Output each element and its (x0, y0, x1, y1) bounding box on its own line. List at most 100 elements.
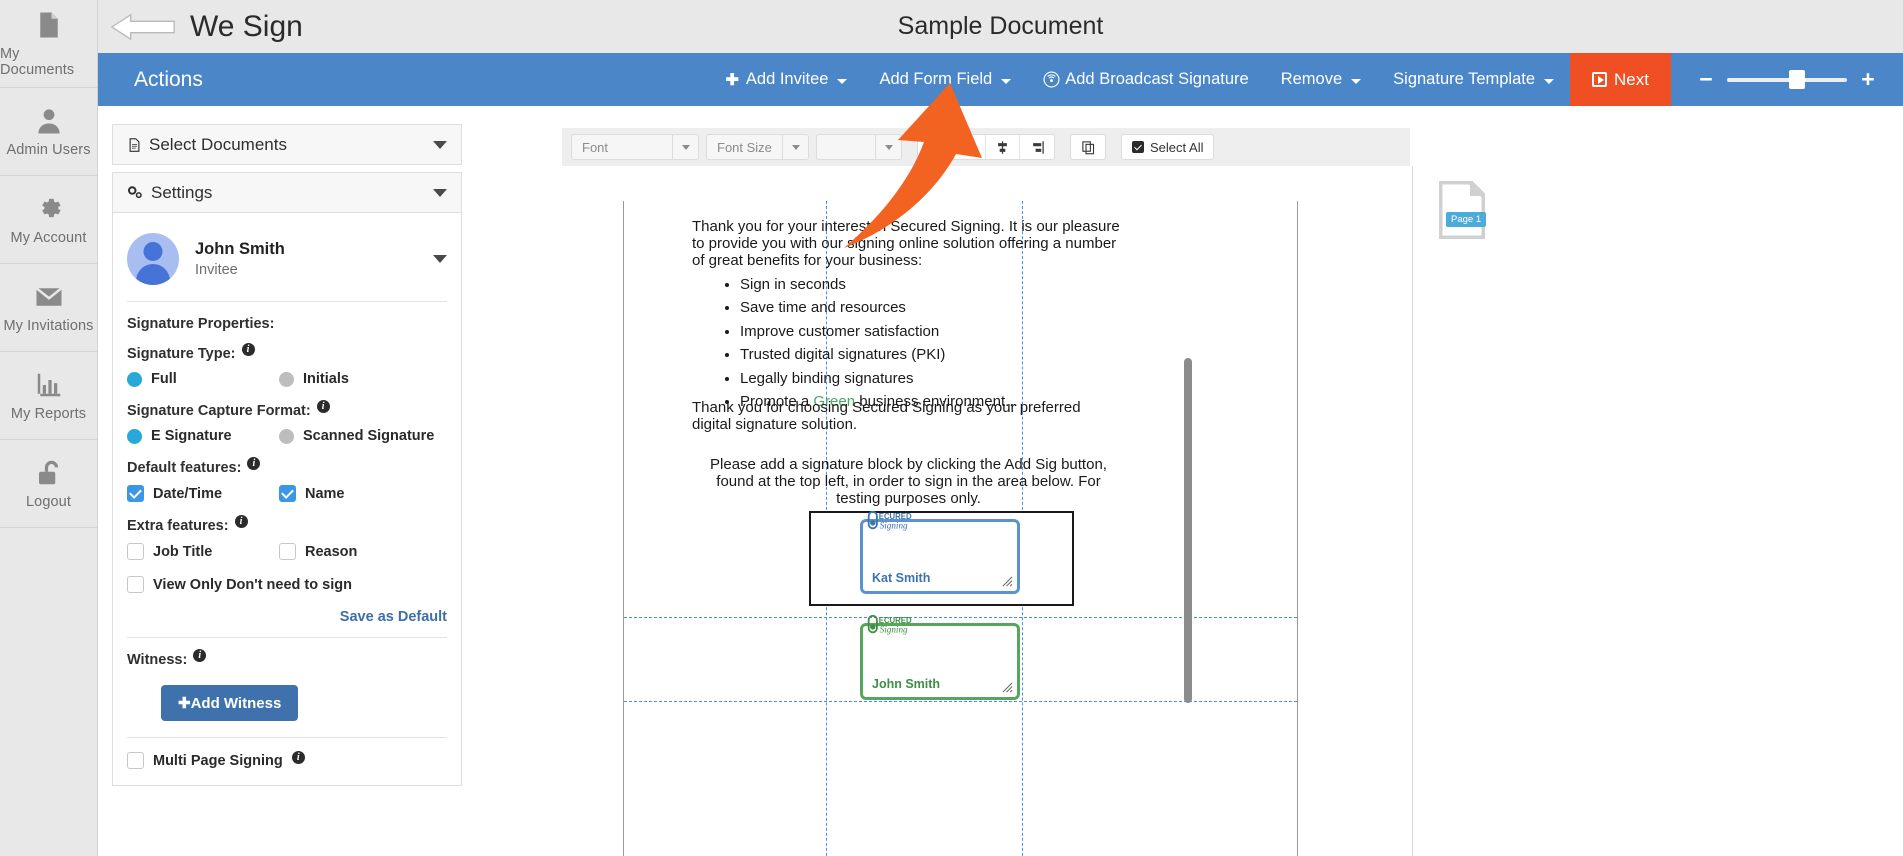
checkbox-date-time[interactable]: Date/Time (127, 485, 279, 502)
add-form-field-button[interactable]: Add Form Field (863, 53, 1027, 106)
default-features-label: Default features: (127, 460, 242, 476)
multi-page-signing-row[interactable]: Multi Page Signing i (127, 751, 447, 769)
copy-group (1070, 134, 1106, 160)
default-features-options: Date/Time Name (127, 485, 447, 502)
radio-capture-esignature[interactable]: E Signature (127, 428, 279, 444)
gear-icon (41, 198, 61, 217)
invitee-row[interactable]: John Smith Invitee (127, 229, 447, 299)
info-icon[interactable]: i (234, 515, 248, 528)
actions-menu: ✚ Add Invitee Add Form Field Add Broadca… (203, 53, 1570, 106)
align-center-button[interactable] (986, 135, 1020, 159)
svg-text:Signing: Signing (880, 520, 908, 530)
document-title: Sample Document (897, 12, 1104, 40)
copy-button[interactable] (1071, 135, 1105, 159)
zoom-out-button[interactable]: − (1693, 68, 1719, 91)
checkbox-view-only[interactable]: View Only Don't need to sign (127, 576, 352, 593)
chevron-down-icon (875, 135, 901, 159)
font-select[interactable]: Font (571, 134, 699, 160)
radio-signature-type-full[interactable]: Full (127, 371, 279, 387)
checkbox-name[interactable]: Name (279, 485, 345, 502)
resize-grip-icon[interactable] (1002, 682, 1013, 693)
option-label: Name (305, 485, 345, 502)
signature-type-label-row: Signature Type: i (127, 343, 447, 362)
sidebar-item-logout[interactable]: Logout (0, 440, 97, 528)
add-broadcast-signature-label: Add Broadcast Signature (1065, 70, 1249, 88)
add-broadcast-signature-button[interactable]: Add Broadcast Signature (1027, 53, 1264, 106)
info-icon[interactable]: i (193, 649, 207, 662)
zoom-control: − + (1671, 53, 1903, 106)
sidebar-item-my-account[interactable]: My Account (0, 176, 97, 264)
checkbox-reason[interactable]: Reason (279, 543, 357, 560)
checkbox-job-title[interactable]: Job Title (127, 543, 279, 560)
radio-signature-type-initials[interactable]: Initials (279, 371, 349, 387)
document-toolbar: Font Font Size Select All (562, 128, 1410, 166)
back-arrow-icon[interactable] (110, 10, 176, 44)
info-icon[interactable]: i (247, 457, 261, 470)
remove-button[interactable]: Remove (1265, 53, 1377, 106)
extra-features-options-row1: Job Title Reason (127, 543, 447, 560)
select-documents-accordion[interactable]: Select Documents (112, 124, 462, 165)
capture-format-options: E Signature Scanned Signature (127, 428, 447, 444)
actions-toolbar: Actions ✚ Add Invitee Add Form Field Add… (98, 53, 1903, 106)
page-badge: Page 1 (1446, 212, 1487, 227)
sidebar-item-my-documents[interactable]: My Documents (0, 0, 97, 88)
alignment-guide-horizontal (624, 701, 1297, 702)
secured-signing-logo-icon: ECURED Signing (867, 614, 912, 634)
add-invitee-button[interactable]: ✚ Add Invitee (709, 53, 863, 106)
align-left-button[interactable] (952, 135, 986, 159)
signature-template-button[interactable]: Signature Template (1377, 53, 1570, 106)
extra-features-label: Extra features: (127, 518, 229, 534)
info-icon[interactable]: i (241, 343, 255, 356)
document-page[interactable]: Thank you for your interest in Secured S… (623, 201, 1298, 856)
option-label: Full (151, 371, 177, 387)
zoom-slider-knob[interactable] (1789, 69, 1806, 89)
sidebar-item-my-invitations[interactable]: My Invitations (0, 264, 97, 352)
chevron-down-icon (1544, 78, 1555, 84)
checkbox-icon (127, 752, 144, 769)
checkbox-icon (279, 543, 296, 560)
vertical-scrollbar[interactable] (1184, 358, 1192, 703)
document-paragraph-1: Thank you for your interest in Secured S… (692, 218, 1120, 270)
chevron-down-icon (433, 188, 447, 197)
resize-button[interactable] (918, 135, 952, 159)
radio-icon (279, 428, 294, 444)
option-label: Reason (305, 543, 358, 560)
resize-grip-icon[interactable] (1002, 576, 1013, 587)
sidebar-item-my-reports[interactable]: My Reports (0, 352, 97, 440)
signature-type-label: Signature Type: (127, 346, 236, 362)
bar-chart-icon (37, 373, 60, 396)
radio-capture-scanned[interactable]: Scanned Signature (279, 428, 434, 444)
chevron-down-icon[interactable] (433, 255, 447, 263)
sidebar-item-admin-users[interactable]: Admin Users (0, 88, 97, 176)
option-label: Date/Time (153, 485, 223, 502)
zoom-in-button[interactable]: + (1855, 68, 1881, 91)
chevron-down-icon (672, 135, 698, 159)
color-select[interactable] (816, 134, 902, 160)
align-right-icon (1032, 140, 1044, 154)
signature-type-options: Full Initials (127, 371, 447, 387)
next-label: Next (1614, 69, 1649, 89)
app-header: We Sign Sample Document (98, 0, 1903, 53)
add-witness-button[interactable]: ✚Add Witness (161, 685, 299, 721)
option-label: Job Title (153, 543, 213, 560)
settings-body: John Smith Invitee Signature Properties:… (112, 213, 462, 786)
add-invitee-label: Add Invitee (745, 70, 829, 88)
settings-accordion[interactable]: Settings (112, 172, 462, 213)
select-all-checkbox[interactable]: Select All (1121, 134, 1215, 160)
actions-label: Actions (134, 67, 203, 91)
signature-field-kat-smith[interactable]: ECURED Signing Kat Smith (860, 510, 1020, 594)
signature-field-john-smith[interactable]: ECURED Signing John Smith (860, 614, 1020, 700)
option-label: Scanned Signature (303, 428, 435, 444)
align-right-button[interactable] (1020, 135, 1054, 159)
divider (127, 737, 447, 738)
next-button[interactable]: Next (1570, 53, 1671, 106)
info-icon[interactable]: i (316, 400, 330, 413)
zoom-slider[interactable] (1727, 69, 1847, 89)
page-thumbnail-1[interactable]: Page 1 (1437, 179, 1487, 241)
checkbox-icon (127, 485, 144, 502)
font-size-select[interactable]: Font Size (706, 134, 809, 160)
capture-format-label-row: Signature Capture Format: i (127, 400, 447, 419)
info-icon[interactable]: i (291, 751, 305, 764)
add-form-field-label: Add Form Field (879, 70, 993, 88)
save-as-default-link[interactable]: Save as Default (127, 609, 447, 625)
